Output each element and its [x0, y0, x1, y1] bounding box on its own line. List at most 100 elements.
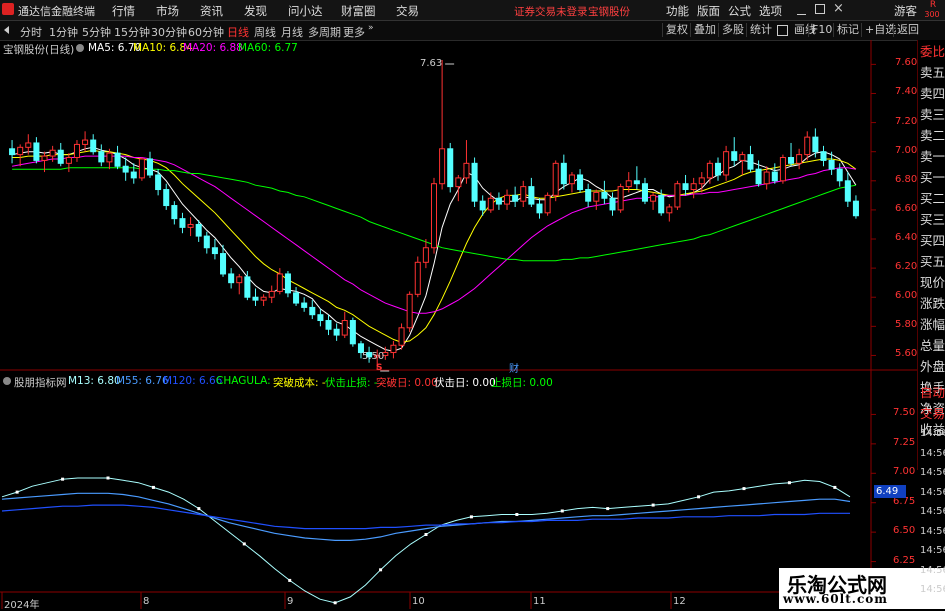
menu-jiaoyi[interactable]: 交易: [396, 3, 419, 19]
menu-zixun[interactable]: 资讯: [200, 3, 223, 19]
menu-gongshi[interactable]: 公式: [728, 3, 751, 19]
auto-trade-label[interactable]: 交易: [920, 404, 945, 424]
duogu-button[interactable]: 多股: [718, 23, 747, 37]
candle-body: [601, 191, 608, 199]
indicator-title: 股朋指标网: [14, 377, 67, 389]
x-label-5: 12: [673, 596, 686, 607]
candle-body: [755, 168, 762, 185]
quote-field-label: 买二: [920, 191, 945, 206]
candle-body: [57, 149, 64, 164]
candle-body: [747, 154, 754, 170]
menu-shichang[interactable]: 市场: [156, 3, 179, 19]
candle-body: [260, 296, 267, 301]
auto-trade-label[interactable]: 自动: [920, 383, 945, 403]
period-monthly[interactable]: 月线: [281, 24, 303, 40]
period-multi[interactable]: 多周期: [308, 24, 341, 40]
candle-body: [414, 261, 421, 295]
menu-faxian[interactable]: 发现: [244, 3, 267, 19]
close-icon[interactable]: ×: [833, 1, 844, 16]
candle-body: [17, 146, 24, 156]
candle-body: [390, 344, 397, 354]
candle-body: [171, 205, 178, 220]
time-label: 14:56: [920, 545, 945, 556]
ind-line-m120: [1, 504, 850, 530]
diejia-button[interactable]: 叠加: [690, 23, 719, 37]
ind-marker: [742, 487, 746, 491]
layout-icon[interactable]: [777, 25, 788, 36]
legend-m55: M55: 6.76: [116, 375, 169, 387]
main-ytick-label: 5.60: [895, 348, 918, 360]
period-fenshi[interactable]: 分时: [20, 24, 42, 40]
app-logo-icon: [2, 3, 14, 15]
high-price-label: 7.63: [420, 58, 443, 69]
menu-caifuquan[interactable]: 财富圈: [341, 3, 376, 19]
indicator-settings-icon[interactable]: [3, 377, 11, 385]
f10-button[interactable]: F10: [808, 23, 835, 37]
candle-body: [739, 154, 746, 161]
quote-field-label: 卖三: [920, 107, 945, 122]
candle-body: [447, 148, 454, 188]
menu-gongneng[interactable]: 功能: [666, 3, 689, 19]
legend-m120: M120: 6.66: [163, 375, 223, 387]
period-more[interactable]: 更多: [343, 24, 365, 40]
ind-marker: [379, 568, 383, 572]
finance-marker[interactable]: 财: [509, 360, 519, 375]
candle-body: [398, 327, 405, 346]
kline-chart[interactable]: [0, 40, 945, 609]
back-button[interactable]: 返回: [893, 23, 922, 37]
candle-body: [690, 183, 697, 191]
candle-body: [73, 143, 80, 159]
candle-body: [341, 320, 348, 336]
main-ytick-label: 6.40: [895, 232, 918, 243]
indicator-lines: [1, 477, 851, 604]
ind-marker: [151, 485, 155, 489]
fuquan-button[interactable]: 复权: [662, 23, 691, 37]
menu-wenxiaoda[interactable]: 问小达: [288, 3, 323, 19]
legend-chagula: CHAGULA:: [216, 375, 271, 387]
tongji-button[interactable]: 统计: [746, 23, 775, 37]
candle-body: [228, 273, 235, 284]
candle-body: [528, 186, 535, 205]
period-5min[interactable]: 5分钟: [82, 24, 111, 40]
time-label: 14:56: [920, 584, 945, 595]
quote-field-label: 买四: [920, 233, 945, 248]
corner-r: R: [929, 0, 937, 10]
settings-dot-icon[interactable]: [76, 44, 84, 52]
legend-ma60: MA60: 6.77: [238, 42, 298, 54]
app-title: 通达信金融终端: [18, 5, 95, 18]
candle-body: [536, 203, 543, 214]
candle-body: [836, 168, 843, 182]
menu-banmian[interactable]: 版面: [697, 3, 720, 19]
indicator-markers: [15, 476, 837, 605]
maximize-icon[interactable]: [815, 4, 825, 14]
main-ytick-label: 6.20: [895, 261, 918, 273]
login-warning[interactable]: 证券交易未登录: [514, 4, 588, 19]
candle-body: [617, 186, 624, 211]
more-arrow-icon[interactable]: »: [368, 23, 374, 33]
period-daily[interactable]: 日线: [227, 24, 249, 40]
ind-marker: [15, 490, 19, 494]
ind-marker: [833, 485, 837, 489]
candle-body: [820, 151, 827, 161]
candle-body: [512, 194, 519, 202]
quote-field-label: 卖五: [920, 65, 945, 80]
toolbar-back-icon[interactable]: [4, 26, 9, 34]
biaoji-button[interactable]: 标记: [833, 23, 862, 37]
period-weekly[interactable]: 周线: [254, 24, 276, 40]
period-30min[interactable]: 30分钟: [151, 24, 187, 40]
period-15min[interactable]: 15分钟: [114, 24, 150, 40]
candle-body: [844, 180, 851, 202]
legend-m13: M13: 6.80: [68, 375, 121, 387]
candle-body: [568, 174, 575, 185]
period-60min[interactable]: 60分钟: [188, 24, 224, 40]
menu-xuanxiang[interactable]: 选项: [759, 3, 782, 19]
period-1min[interactable]: 1分钟: [49, 24, 78, 40]
menu-hangqing[interactable]: 行情: [112, 3, 135, 19]
candle-body: [463, 162, 470, 179]
quote-field-label: 委比: [920, 44, 945, 59]
minimize-icon[interactable]: [797, 5, 806, 15]
candle-body: [49, 149, 56, 157]
user-label[interactable]: 游客: [894, 3, 917, 19]
ind-ytick-label: 6.25: [893, 554, 916, 566]
time-label: 14:56: [920, 447, 945, 459]
